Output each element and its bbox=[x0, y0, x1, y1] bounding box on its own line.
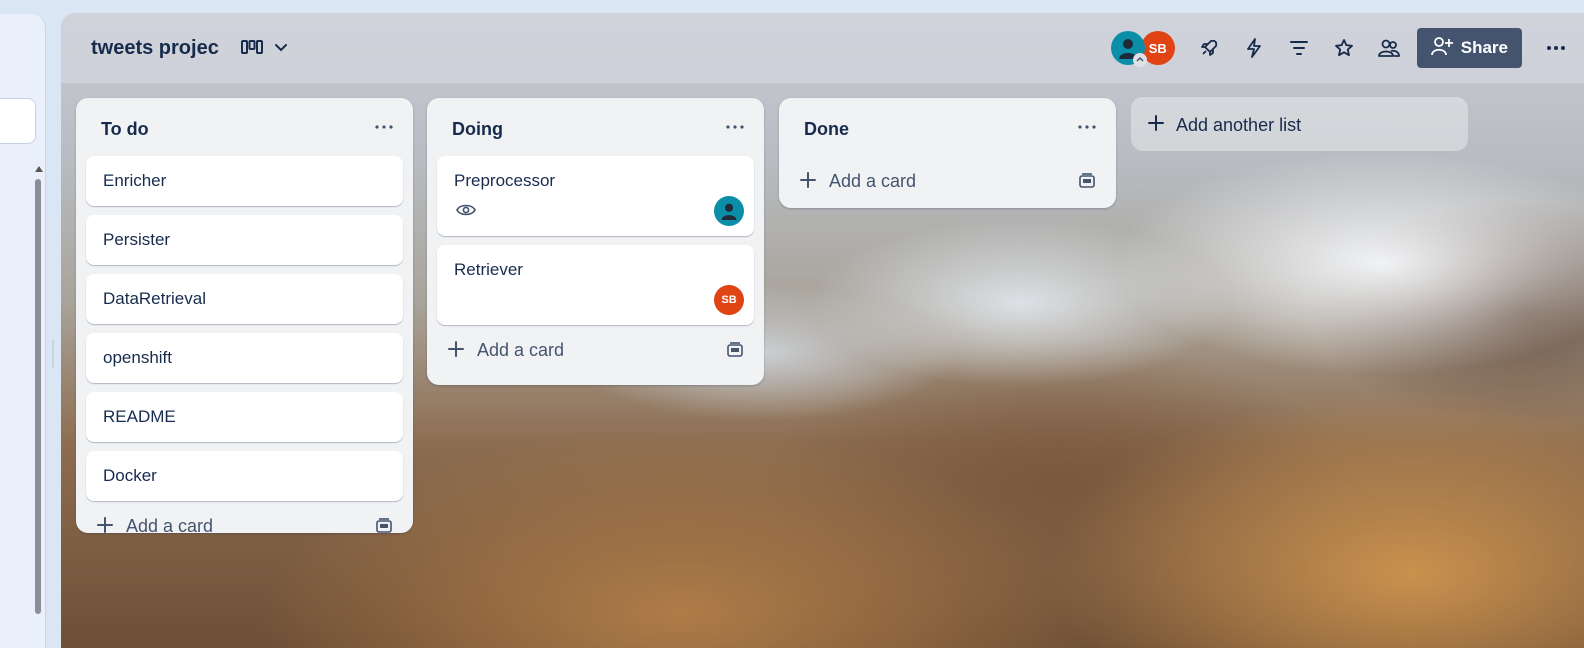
card-title: openshift bbox=[103, 348, 172, 367]
more-icon[interactable] bbox=[1076, 116, 1098, 138]
board-view-icon bbox=[241, 39, 263, 60]
list-done: Done Add a card bbox=[779, 98, 1116, 208]
add-list-label: Add another list bbox=[1176, 115, 1302, 135]
list-title[interactable]: Done bbox=[804, 119, 849, 140]
add-card-label: Add a card bbox=[126, 516, 214, 536]
lightning-icon[interactable] bbox=[1238, 32, 1270, 64]
list-header: To do bbox=[76, 98, 413, 156]
plus-icon bbox=[799, 171, 817, 194]
template-icon[interactable] bbox=[375, 517, 393, 540]
share-label: Share bbox=[1460, 38, 1508, 57]
card-title: Persister bbox=[103, 230, 171, 249]
board-view-switcher[interactable] bbox=[241, 35, 289, 63]
card[interactable]: Retriever SB bbox=[437, 245, 754, 325]
plus-icon bbox=[447, 340, 465, 363]
card[interactable]: openshift bbox=[86, 333, 403, 383]
add-list-button[interactable]: Add another list bbox=[1131, 97, 1468, 151]
list-doing: Doing Preprocessor Retriever SB Add a ca… bbox=[427, 98, 764, 385]
scroll-up-arrow[interactable] bbox=[35, 166, 43, 172]
card[interactable]: Enricher bbox=[86, 156, 403, 206]
board: tweets projec SB Share To do Enricher Pe… bbox=[61, 13, 1584, 648]
template-icon[interactable] bbox=[1078, 172, 1096, 195]
plus-icon bbox=[96, 516, 114, 539]
eye-icon bbox=[456, 202, 476, 222]
chevron-down-icon bbox=[273, 39, 289, 60]
board-header: tweets projec SB Share bbox=[61, 13, 1584, 83]
card-title: Enricher bbox=[103, 171, 167, 190]
admin-badge-icon bbox=[1132, 53, 1147, 67]
filter-icon[interactable] bbox=[1283, 32, 1315, 64]
star-icon[interactable] bbox=[1328, 32, 1360, 64]
add-card-label: Add a card bbox=[829, 171, 917, 191]
plus-icon bbox=[1147, 114, 1165, 137]
card[interactable]: DataRetrieval bbox=[86, 274, 403, 324]
board-title[interactable]: tweets projec bbox=[91, 37, 219, 60]
more-icon[interactable] bbox=[373, 116, 395, 138]
card-title: Preprocessor bbox=[454, 171, 556, 190]
sidebar bbox=[0, 14, 46, 648]
list-title[interactable]: To do bbox=[101, 119, 149, 140]
team-visibility-icon[interactable] bbox=[1373, 32, 1405, 64]
card-title: DataRetrieval bbox=[103, 289, 206, 308]
template-icon[interactable] bbox=[726, 341, 744, 364]
sidebar-resize-handle[interactable] bbox=[52, 340, 54, 368]
card-member-avatar-sb[interactable]: SB bbox=[714, 285, 744, 315]
add-card-button[interactable]: Add a card bbox=[76, 501, 413, 551]
card-member-avatar[interactable] bbox=[714, 196, 744, 226]
more-icon[interactable] bbox=[1540, 32, 1572, 64]
card-title: Retriever bbox=[454, 260, 523, 279]
sidebar-scrollbar[interactable] bbox=[35, 179, 41, 614]
card-title: README bbox=[103, 407, 176, 426]
card[interactable]: Docker bbox=[86, 451, 403, 501]
rocket-icon[interactable] bbox=[1193, 32, 1225, 64]
share-button[interactable]: Share bbox=[1416, 28, 1522, 68]
add-card-button[interactable]: Add a card bbox=[779, 156, 1116, 206]
card[interactable]: Preprocessor bbox=[437, 156, 754, 236]
card[interactable]: README bbox=[86, 392, 403, 442]
add-card-label: Add a card bbox=[477, 340, 565, 360]
list-header: Done bbox=[779, 98, 1116, 156]
member-avatar[interactable] bbox=[1110, 31, 1147, 67]
board-header-actions: SB Share bbox=[1110, 13, 1584, 83]
add-person-icon bbox=[1430, 36, 1453, 61]
list-to-do: To do Enricher Persister DataRetrieval o… bbox=[76, 98, 413, 536]
sidebar-search-input[interactable] bbox=[0, 98, 36, 144]
more-icon[interactable] bbox=[724, 116, 746, 138]
card-title: Docker bbox=[103, 466, 157, 485]
list-title[interactable]: Doing bbox=[452, 119, 503, 140]
add-card-button[interactable]: Add a card bbox=[427, 325, 764, 375]
card[interactable]: Persister bbox=[86, 215, 403, 265]
list-header: Doing bbox=[427, 98, 764, 156]
